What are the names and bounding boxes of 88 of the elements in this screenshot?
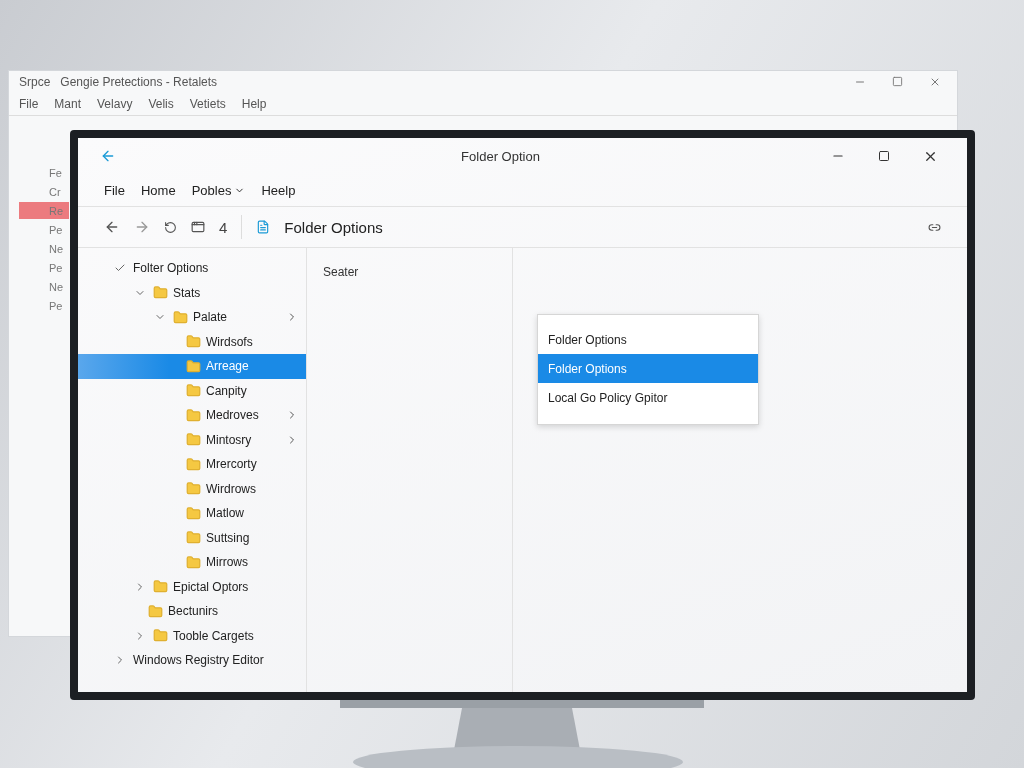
menu-item[interactable]: Velis (148, 97, 174, 111)
tree-item-label: Folter Options (133, 261, 210, 276)
folder-icon (148, 603, 163, 619)
folder-icon (186, 505, 201, 521)
folder-icon (153, 579, 168, 595)
tree-item[interactable]: Epictal Optors (78, 574, 306, 599)
tree-item[interactable]: Bectunirs (78, 599, 306, 624)
tree-item[interactable]: Mintosry (78, 427, 306, 452)
tree-item-label: Suttsing (206, 530, 251, 545)
folder-icon (186, 481, 201, 497)
refresh-button[interactable] (164, 220, 177, 234)
folder-icon (186, 407, 201, 423)
maximize-icon (878, 150, 890, 162)
tree-item[interactable]: Pe (19, 221, 69, 238)
menu-item[interactable]: Mant (54, 97, 82, 111)
tree-item[interactable]: Mirrows (78, 550, 306, 575)
tree-item-label: Medroves (206, 408, 260, 423)
tree-item[interactable]: Palate (78, 305, 306, 330)
count-label: 4 (219, 218, 228, 236)
tree-item-label: Arreage (206, 359, 250, 374)
tree-item-label: Mintosry (206, 432, 253, 447)
menu-item[interactable]: Help (241, 97, 267, 111)
menu-item[interactable]: File (19, 97, 39, 111)
window-icon (191, 220, 205, 234)
back-icon (104, 219, 120, 235)
tree-item[interactable]: Ne (19, 240, 69, 257)
menu-item[interactable]: Local Go Policy Gpitor (538, 383, 758, 412)
document-icon (256, 220, 271, 234)
tree-item[interactable]: Cr (19, 183, 69, 200)
folder-icon (186, 530, 201, 546)
tree-item[interactable]: Medroves (78, 403, 306, 428)
tree-item-label: Stats (173, 285, 202, 300)
tree-item[interactable]: Stats (78, 280, 306, 305)
tree-item-label: Tooble Cargets (173, 628, 255, 643)
maximize-icon[interactable] (892, 76, 903, 87)
tree-item[interactable]: Mrercorty (78, 452, 306, 477)
tree-item[interactable]: Suttsing (78, 525, 306, 550)
back-button[interactable] (104, 219, 120, 235)
tree-item-label: Mrercorty (206, 457, 258, 472)
menu-item[interactable]: File (104, 182, 125, 198)
tree-item-label: Windows Registry Editor (133, 653, 265, 668)
folder-icon (186, 554, 201, 570)
location-label: Folder Options (284, 218, 383, 236)
forward-button[interactable] (134, 219, 150, 235)
tree-item[interactable]: Matlow (78, 501, 306, 526)
tree-item-label: Canpity (206, 383, 248, 398)
tree-item[interactable]: Tooble Cargets (78, 623, 306, 648)
menu-item[interactable]: Home (140, 182, 176, 198)
tree-item-label: Mirrows (206, 555, 249, 570)
window-title: Folder Option (460, 148, 541, 164)
menu-item[interactable]: Vetiets (189, 97, 226, 111)
tree-item-label: Wirdsofs (206, 334, 254, 349)
tree-item-label: Epictal Optors (173, 579, 250, 594)
menu-item[interactable]: Folder Options (538, 354, 758, 383)
app-name: Srpce (19, 75, 51, 89)
tree-item[interactable]: Folter Options (78, 256, 306, 281)
folder-icon (173, 309, 188, 325)
tree-item-label: Matlow (206, 506, 245, 521)
tree-item[interactable]: Fe (19, 164, 69, 181)
tree-item[interactable]: Wirdsofs (78, 329, 306, 354)
folder-icon (153, 628, 168, 644)
tree-item-label: Wirdrows (206, 481, 257, 496)
folder-icon (186, 383, 201, 399)
folder-icon (186, 432, 201, 448)
tree-item[interactable]: Pe (19, 259, 69, 276)
tree-item-label: Bectunirs (168, 604, 220, 619)
close-icon[interactable] (929, 76, 941, 88)
tree-item[interactable]: Wirdrows (78, 476, 306, 501)
menu-item[interactable]: Pobles (191, 182, 246, 198)
folder-icon (186, 358, 201, 374)
tree-item[interactable]: Canpity (78, 378, 306, 403)
tree-item[interactable]: Windows Registry Editor (78, 648, 306, 673)
menu-item[interactable]: Folder Options (538, 325, 758, 354)
back-arrow-icon[interactable] (100, 148, 116, 164)
tree-item[interactable]: Ne (19, 278, 69, 295)
menu-item[interactable]: Velavy (97, 97, 133, 111)
window-title: Gengie Pretections - Retalets (60, 75, 218, 89)
forward-icon (134, 219, 150, 235)
menu-item[interactable]: Heelp (261, 182, 296, 198)
pane-heading: Seater (323, 265, 359, 279)
tree-item[interactable]: Arreage (78, 354, 306, 379)
tree-item[interactable]: Pe (19, 297, 69, 314)
folder-icon (186, 456, 201, 472)
tree-item-label: Palate (193, 310, 229, 325)
folder-icon (153, 285, 168, 301)
window-button[interactable] (191, 220, 205, 234)
refresh-icon (164, 220, 177, 234)
folder-icon (186, 334, 201, 350)
